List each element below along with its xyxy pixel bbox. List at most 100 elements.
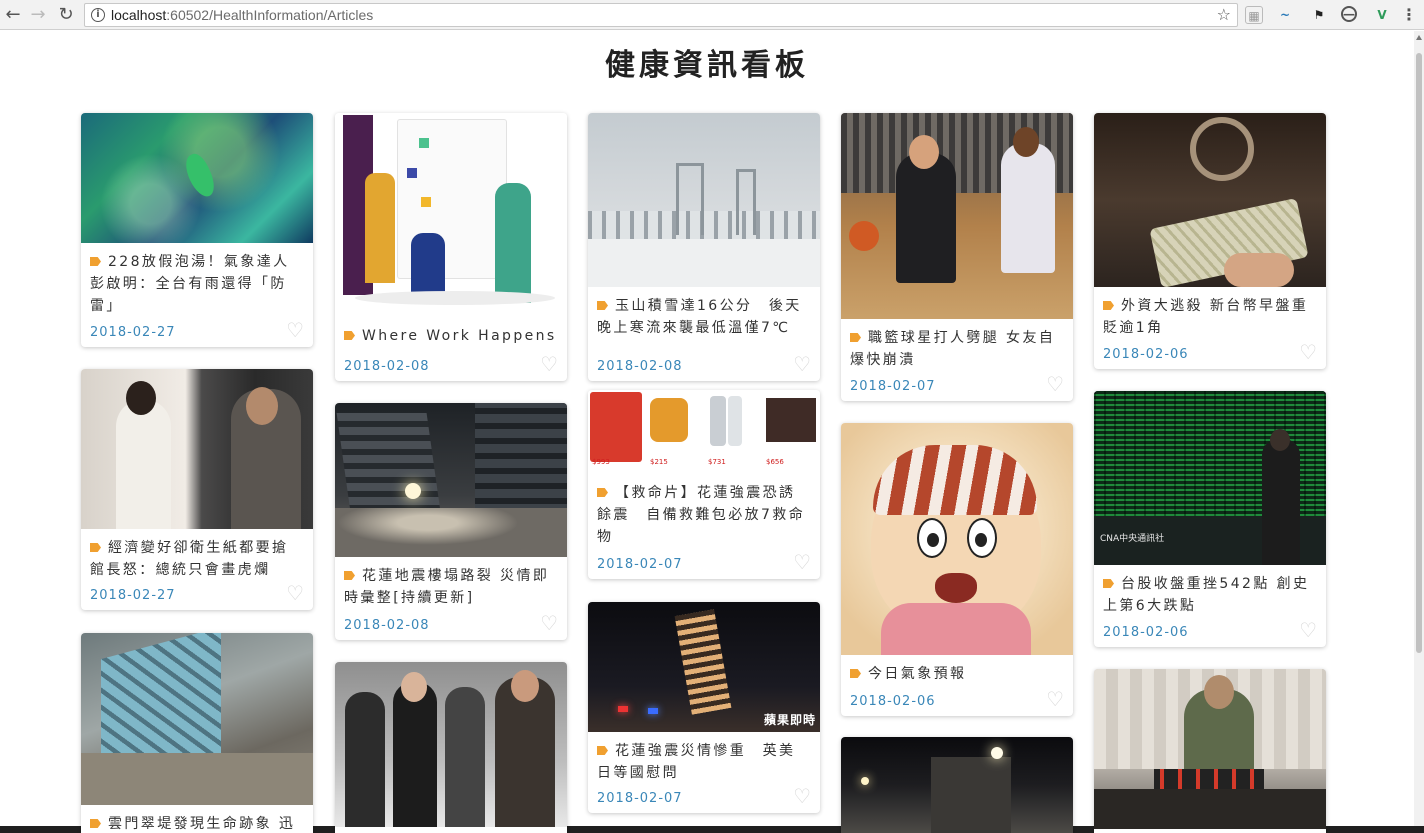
- article-title[interactable]: 花蓮地震樓塌路裂 災情即時彙整[持續更新]: [344, 565, 558, 609]
- price-label: $656: [766, 458, 784, 466]
- article-card[interactable]: 蘋果即時 花蓮強震災情慘重 英美日等國慰問 2018-02-07 ♡: [588, 602, 820, 813]
- extension-chat-icon[interactable]: —: [1341, 6, 1357, 22]
- heart-icon[interactable]: ♡: [793, 552, 811, 572]
- article-title[interactable]: 玉山積雪達16公分 後天晚上寒流來襲最低溫僅7℃: [597, 295, 811, 339]
- article-card[interactable]: 職籃球星打人劈腿 女友自爆快崩潰 2018-02-07 ♡: [841, 113, 1073, 401]
- watermark-label: CNA中央通訊社: [1100, 534, 1165, 544]
- extension-wave-icon[interactable]: ~: [1276, 6, 1294, 24]
- article-title[interactable]: 職籃球星打人劈腿 女友自爆快崩潰: [850, 327, 1064, 371]
- menu-icon[interactable]: ⋮: [1400, 6, 1418, 24]
- article-image: [81, 369, 313, 529]
- url-text: localhost:60502/HealthInformation/Articl…: [111, 7, 374, 23]
- article-image: [335, 662, 567, 827]
- heart-icon[interactable]: ♡: [793, 786, 811, 806]
- tag-icon: [90, 543, 101, 552]
- article-title[interactable]: 【救命片】花蓮強震恐誘餘震 自備救難包必放7救命物: [597, 482, 811, 548]
- price-label: $731: [708, 458, 726, 466]
- tag-icon: [344, 571, 355, 580]
- article-image: [1094, 669, 1326, 829]
- price-label: $215: [650, 458, 668, 466]
- article-image: 蘋果即時: [588, 602, 820, 732]
- reload-icon[interactable]: ↻: [55, 4, 77, 26]
- heart-icon[interactable]: ♡: [1299, 342, 1317, 362]
- heart-icon[interactable]: ♡: [1299, 620, 1317, 640]
- article-date: 2018-02-08: [344, 359, 430, 374]
- info-icon[interactable]: i: [91, 8, 105, 22]
- article-image: [335, 403, 567, 557]
- tag-icon: [90, 819, 101, 828]
- article-date: 2018-02-27: [90, 588, 176, 603]
- extension-runner-icon[interactable]: ⚑: [1310, 6, 1328, 24]
- article-image: CNA中央通訊社: [1094, 391, 1326, 565]
- article-date: 2018-02-07: [850, 379, 936, 394]
- article-card[interactable]: 228放假泡湯！氣象達人彭啟明：全台有雨還得「防雷」 2018-02-27 ♡: [81, 113, 313, 347]
- tag-icon: [90, 257, 101, 266]
- article-card[interactable]: [335, 662, 567, 833]
- article-title[interactable]: 今日氣象預報: [850, 663, 1064, 685]
- article-card[interactable]: 經濟變好卻衛生紙都要搶 館長怒：總統只會畫虎爛 2018-02-27 ♡: [81, 369, 313, 610]
- article-date: 2018-02-07: [597, 791, 683, 806]
- tag-icon: [850, 333, 861, 342]
- article-title[interactable]: 雲門翠堤發現生命跡象 迅: [90, 813, 304, 833]
- scroll-up-icon[interactable]: [1416, 35, 1422, 40]
- extension-grid-icon[interactable]: ▦: [1245, 6, 1263, 24]
- article-date: 2018-02-07: [597, 557, 683, 572]
- tag-icon: [597, 488, 608, 497]
- extension-vue-icon[interactable]: V: [1373, 6, 1391, 24]
- article-card[interactable]: [841, 737, 1073, 833]
- watermark-label: 蘋果即時: [763, 713, 816, 727]
- article-image: [1094, 113, 1326, 287]
- article-card[interactable]: 花蓮地震樓塌路裂 災情即時彙整[持續更新] 2018-02-08 ♡: [335, 403, 567, 640]
- heart-icon[interactable]: ♡: [1046, 374, 1064, 394]
- heart-icon[interactable]: ♡: [540, 354, 558, 374]
- article-title[interactable]: Where Work Happens: [344, 325, 558, 347]
- article-image: [841, 113, 1073, 319]
- article-card[interactable]: 外資大逃殺 新台幣早盤重貶逾1角 2018-02-06 ♡: [1094, 113, 1326, 369]
- article-card[interactable]: $993 $215 $731 $656 【救命片】花蓮強震恐誘餘震 自備救難包必…: [588, 390, 820, 579]
- article-date: 2018-02-06: [850, 694, 936, 709]
- article-image: [841, 423, 1073, 655]
- article-card[interactable]: CNA中央通訊社 台股收盤重挫542點 創史上第6大跌點 2018-02-06 …: [1094, 391, 1326, 647]
- article-card[interactable]: 玉山積雪達16公分 後天晚上寒流來襲最低溫僅7℃ 2018-02-08 ♡: [588, 113, 820, 381]
- price-label: $993: [592, 458, 610, 466]
- heart-icon[interactable]: ♡: [286, 320, 304, 340]
- article-card[interactable]: [1094, 669, 1326, 833]
- tag-icon: [1103, 579, 1114, 588]
- article-image: [81, 113, 313, 243]
- article-image: $993 $215 $731 $656: [588, 390, 820, 474]
- article-card[interactable]: 今日氣象預報 2018-02-06 ♡: [841, 423, 1073, 716]
- tag-icon: [1103, 301, 1114, 310]
- article-date: 2018-02-27: [90, 325, 176, 340]
- article-title[interactable]: 台股收盤重挫542點 創史上第6大跌點: [1103, 573, 1317, 617]
- heart-icon[interactable]: ♡: [286, 583, 304, 603]
- tag-icon: [850, 669, 861, 678]
- vertical-scrollbar[interactable]: [1414, 31, 1424, 826]
- bookmark-star-icon[interactable]: ☆: [1217, 5, 1231, 24]
- article-title[interactable]: 花蓮強震災情慘重 英美日等國慰問: [597, 740, 811, 784]
- article-date: 2018-02-06: [1103, 347, 1189, 362]
- tag-icon: [344, 331, 355, 340]
- address-bar[interactable]: i localhost:60502/HealthInformation/Arti…: [84, 3, 1238, 27]
- back-icon[interactable]: ←: [2, 4, 24, 26]
- article-date: 2018-02-08: [344, 618, 430, 633]
- article-title[interactable]: 經濟變好卻衛生紙都要搶 館長怒：總統只會畫虎爛: [90, 537, 304, 581]
- tag-icon: [597, 301, 608, 310]
- heart-icon[interactable]: ♡: [793, 354, 811, 374]
- article-image: [588, 113, 820, 287]
- browser-toolbar: ← → ↻ i localhost:60502/HealthInformatio…: [0, 0, 1424, 30]
- article-image: [335, 113, 567, 313]
- article-date: 2018-02-08: [597, 359, 683, 374]
- article-card[interactable]: Where Work Happens 2018-02-08 ♡: [335, 113, 567, 381]
- article-image: [841, 737, 1073, 833]
- page-title: 健康資訊看板: [605, 48, 809, 83]
- heart-icon[interactable]: ♡: [540, 613, 558, 633]
- article-image: [81, 633, 313, 805]
- article-title[interactable]: 外資大逃殺 新台幣早盤重貶逾1角: [1103, 295, 1317, 339]
- forward-icon[interactable]: →: [27, 4, 49, 26]
- tag-icon: [597, 746, 608, 755]
- article-date: 2018-02-06: [1103, 625, 1189, 640]
- heart-icon[interactable]: ♡: [1046, 689, 1064, 709]
- article-title[interactable]: 228放假泡湯！氣象達人彭啟明：全台有雨還得「防雷」: [90, 251, 304, 317]
- article-card[interactable]: 雲門翠堤發現生命跡象 迅: [81, 633, 313, 833]
- scrollbar-thumb[interactable]: [1416, 53, 1422, 653]
